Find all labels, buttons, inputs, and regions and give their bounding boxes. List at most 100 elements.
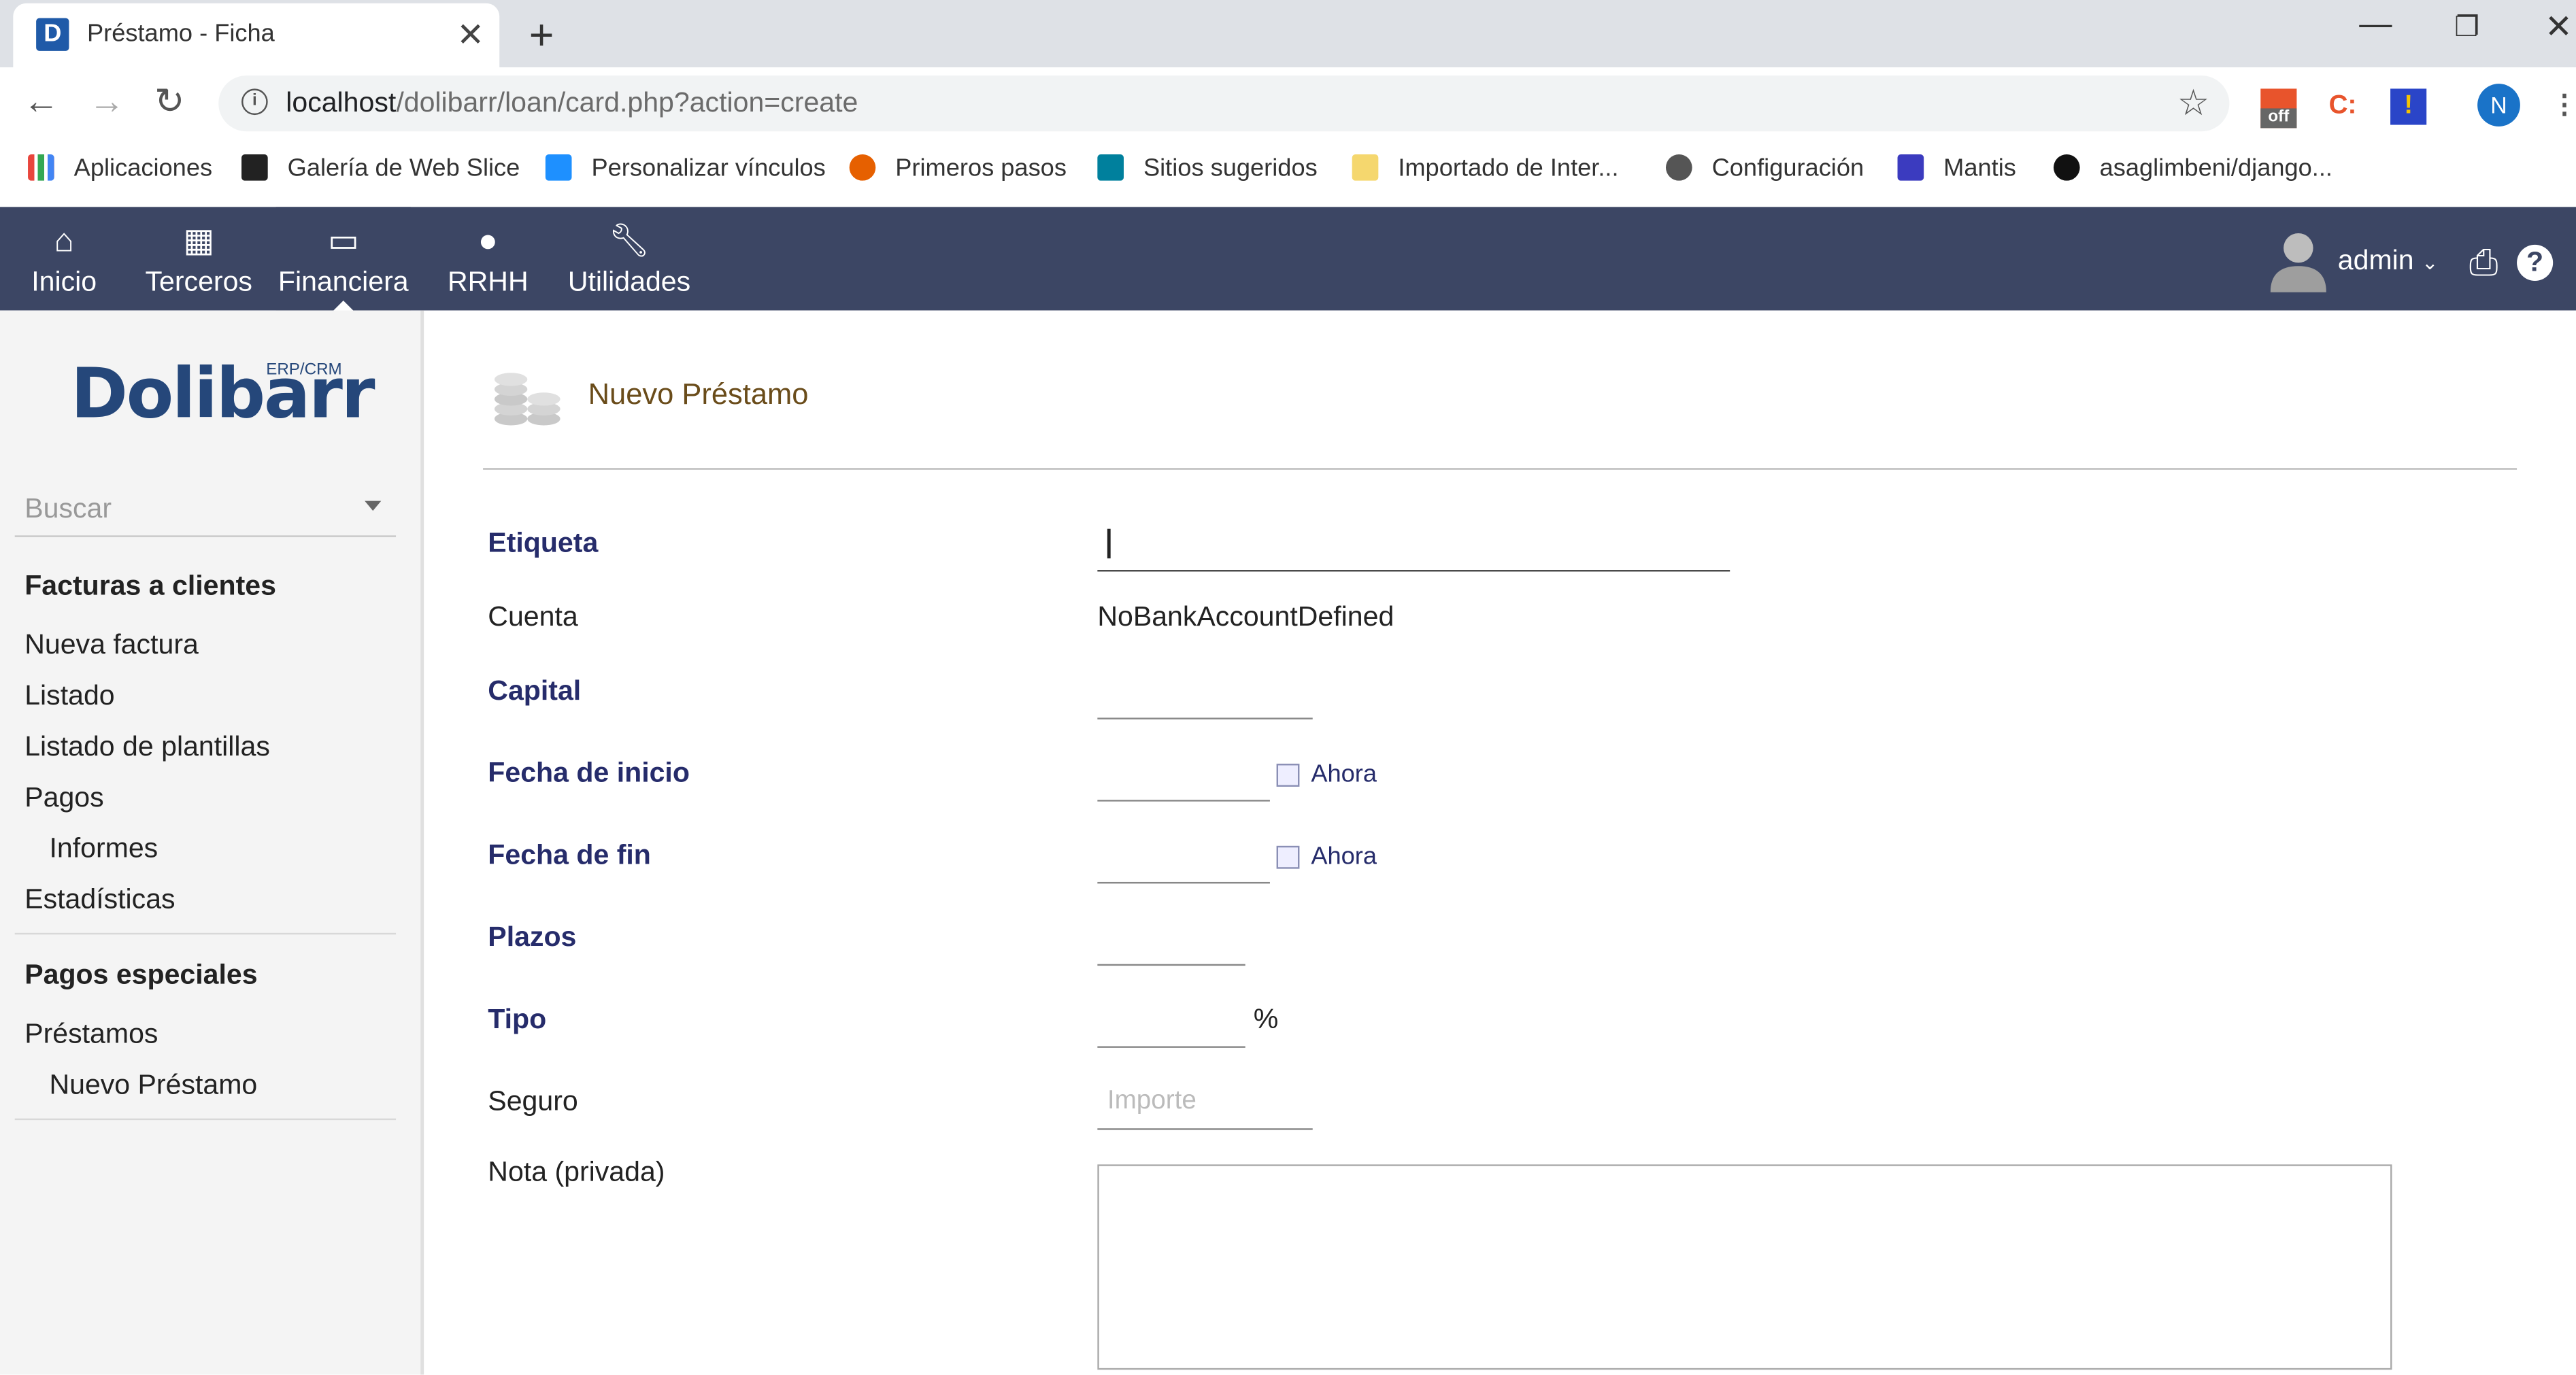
- user-menu[interactable]: admin ⌄: [2338, 245, 2439, 277]
- folder-icon: [1352, 154, 1379, 181]
- extension-flag-icon[interactable]: !: [2390, 88, 2427, 125]
- capital-underline: [1097, 717, 1313, 719]
- bookmark-star-icon[interactable]: ☆: [2177, 82, 2210, 125]
- sidebar-item-pagos[interactable]: Pagos: [24, 782, 103, 815]
- dolibarr-favicon-icon: D: [36, 18, 69, 51]
- sidebar-item-nuevo-prestamo[interactable]: Nuevo Préstamo: [49, 1069, 257, 1102]
- close-window-icon[interactable]: ✕: [2545, 7, 2572, 48]
- top-menu-bar: ⌂ Inicio ▦ Terceros ▭ Financiera ● RRHH …: [0, 207, 2576, 311]
- cuenta-value: NoBankAccountDefined: [1097, 600, 1394, 632]
- firefox-icon: [849, 154, 876, 181]
- money-icon: ▭: [327, 223, 359, 260]
- back-icon[interactable]: ←: [23, 80, 59, 123]
- user-avatar-icon[interactable]: [2270, 230, 2326, 292]
- sidebar-item-listado-plantillas[interactable]: Listado de plantillas: [24, 731, 270, 764]
- bookmark-configuracion[interactable]: Configuración: [1665, 154, 1864, 182]
- bookmark-personalizar[interactable]: Personalizar vínculos: [545, 154, 826, 182]
- section-pagos-especiales[interactable]: Pagos especiales: [24, 959, 257, 991]
- calendar-icon[interactable]: [1276, 764, 1300, 787]
- bookmark-primeros-pasos[interactable]: Primeros pasos: [849, 154, 1067, 182]
- tipo-input[interactable]: [1097, 992, 1245, 1048]
- bookmark-apps[interactable]: Aplicaciones: [28, 154, 212, 182]
- seguro-placeholder: Importe: [1107, 1087, 1197, 1115]
- mantis-icon: [1897, 154, 1924, 181]
- globe-icon: [1665, 154, 1692, 181]
- menu-rrhh[interactable]: ● RRHH: [440, 207, 535, 310]
- new-tab-icon[interactable]: +: [529, 10, 554, 61]
- search-select[interactable]: Buscar: [14, 486, 397, 537]
- sidebar-item-informes[interactable]: Informes: [49, 832, 158, 865]
- sidebar-divider: [14, 932, 397, 935]
- tab-title: Préstamo - Ficha: [87, 19, 275, 48]
- menu-utilidades[interactable]: 🔧︎ Utilidades: [565, 207, 693, 310]
- home-icon: ⌂: [54, 223, 74, 260]
- menu-terceros[interactable]: ▦ Terceros: [141, 207, 256, 310]
- tipo-percent-unit: %: [1253, 1003, 1279, 1035]
- etiqueta-input[interactable]: [1097, 513, 1730, 572]
- plazos-underline: [1097, 964, 1245, 966]
- help-icon[interactable]: ?: [2517, 244, 2554, 281]
- sidebar-divider: [14, 1118, 397, 1121]
- forward-icon[interactable]: →: [88, 80, 124, 123]
- address-bar[interactable]: i localhost/dolibarr/loan/card.php?actio…: [218, 75, 2230, 132]
- search-placeholder: Buscar: [24, 492, 112, 524]
- menu-financiera[interactable]: ▭ Financiera: [275, 207, 411, 311]
- fecha-fin-ahora-link[interactable]: Ahora: [1311, 843, 1377, 870]
- label-fecha-inicio: Fecha de inicio: [488, 757, 690, 789]
- bing-icon: [1097, 154, 1124, 181]
- windows-icon: [545, 154, 572, 181]
- extension-c-icon[interactable]: C:: [2324, 88, 2360, 124]
- bookmark-importado[interactable]: Importado de Inter...: [1352, 154, 1619, 182]
- profile-avatar[interactable]: N: [2477, 84, 2520, 126]
- bookmark-sitios-sugeridos[interactable]: Sitios sugeridos: [1097, 154, 1318, 182]
- info-icon[interactable]: i: [241, 88, 268, 116]
- sidebar-item-estadisticas[interactable]: Estadísticas: [24, 883, 175, 916]
- menu-dots-icon[interactable]: ⋮: [2547, 88, 2576, 124]
- sidebar-item-listado[interactable]: Listado: [24, 680, 114, 713]
- fecha-inicio-input[interactable]: [1097, 745, 1270, 801]
- chevron-down-icon: ⌄: [2422, 251, 2439, 275]
- label-tipo: Tipo: [488, 1003, 547, 1035]
- bookmark-github[interactable]: asaglimbeni/django...: [2053, 154, 2332, 182]
- github-icon: [2053, 154, 2080, 181]
- label-cuenta: Cuenta: [488, 600, 578, 632]
- sidebar-item-nueva-factura[interactable]: Nueva factura: [24, 629, 199, 662]
- close-tab-icon[interactable]: ✕: [456, 15, 484, 56]
- reload-icon[interactable]: ↻: [154, 80, 185, 123]
- bookmark-webslice[interactable]: Galería de Web Slice: [241, 154, 520, 182]
- calendar-icon[interactable]: [1276, 845, 1300, 869]
- sidebar-item-prestamos[interactable]: Préstamos: [24, 1018, 158, 1051]
- browser-tab[interactable]: D Préstamo - Ficha ✕: [13, 3, 500, 68]
- title-divider: [483, 468, 2518, 470]
- text-cursor: [1107, 528, 1111, 559]
- screen: D Préstamo - Ficha ✕ + — ❐ ✕ ← → ↻ i loc…: [0, 0, 2576, 1375]
- capital-input[interactable]: [1097, 664, 1312, 719]
- etiqueta-underline: [1097, 570, 1730, 572]
- label-etiqueta: Etiqueta: [488, 527, 599, 559]
- fecha-fin-underline: [1097, 881, 1270, 884]
- plazos-input[interactable]: [1097, 910, 1245, 966]
- fecha-inicio-ahora-link[interactable]: Ahora: [1311, 760, 1377, 788]
- bookmark-mantis[interactable]: Mantis: [1897, 154, 2016, 182]
- fecha-fin-input[interactable]: [1097, 828, 1270, 883]
- user-icon: ●: [478, 223, 498, 260]
- chevron-down-icon: [365, 500, 382, 511]
- label-plazos: Plazos: [488, 921, 577, 953]
- logo-subtitle: ERP/CRM: [266, 361, 342, 379]
- label-nota-privada: Nota (privada): [488, 1156, 665, 1188]
- minimize-icon[interactable]: —: [2359, 7, 2392, 45]
- label-capital: Capital: [488, 675, 582, 707]
- extension-off-icon[interactable]: off: [2260, 88, 2297, 129]
- menu-inicio[interactable]: ⌂ Inicio: [23, 207, 105, 310]
- browser-tabstrip: D Préstamo - Ficha ✕ + — ❐ ✕: [0, 0, 2576, 68]
- nota-privada-textarea[interactable]: [1097, 1164, 2392, 1370]
- coins-icon: [494, 373, 561, 426]
- active-indicator: [333, 300, 354, 311]
- section-facturas-clientes[interactable]: Facturas a clientes: [24, 570, 276, 602]
- webslice-icon: [241, 154, 268, 181]
- label-fecha-fin: Fecha de fin: [488, 839, 651, 871]
- restore-icon[interactable]: ❐: [2454, 12, 2479, 44]
- label-seguro: Seguro: [488, 1085, 578, 1117]
- print-icon[interactable]: ⎙: [2469, 241, 2498, 284]
- apps-grid-icon: [28, 154, 54, 181]
